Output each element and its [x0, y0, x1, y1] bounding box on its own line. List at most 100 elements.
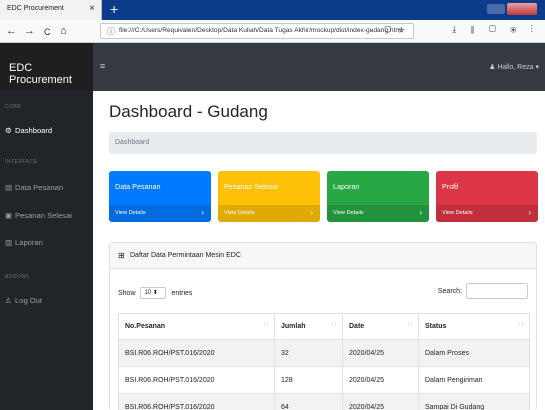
card-title: Laporan — [333, 182, 360, 191]
new-tab-button[interactable]: + — [110, 1, 118, 17]
sidebar-item-data-pesanan[interactable]: ▤ Data Pesanan — [5, 183, 63, 192]
brand-link[interactable]: EDC Procurement — [9, 62, 93, 86]
caret-down-icon: ▾ — [533, 64, 539, 71]
home-icon[interactable]: ⌂ — [60, 24, 67, 38]
dashboard-icon: ⚙ — [5, 126, 12, 135]
entries-label: entries — [171, 289, 193, 297]
sidebar-item-label: Dashboard — [15, 126, 53, 135]
sidebar-item-pesanan-selesai[interactable]: ▣ Pesanan Selesai — [5, 211, 72, 220]
card-view-details-link[interactable]: View Details › — [109, 205, 211, 222]
entries-length-control: Show 10 ⬍ entries — [118, 287, 192, 299]
entries-select-value: 10 — [144, 290, 152, 296]
orders-table-panel: ⊞ Daftar Data Permintaan Mesin EDC Show … — [109, 242, 537, 410]
check-square-icon: ▣ — [5, 211, 13, 220]
main-content: Dashboard - Gudang Dashboard Data Pesana… — [93, 91, 545, 410]
browser-toolbar-icons[interactable]: ⤓ ⫴ ▢ ⦿ ⋮ — [452, 24, 539, 35]
cell-jumlah: 32 — [274, 339, 343, 367]
card-title: Profil — [442, 182, 459, 191]
card-view-details-link[interactable]: View Details › — [218, 205, 320, 222]
cell-status: Dalam Pengiriman — [418, 366, 530, 394]
table-icon: ▤ — [5, 183, 13, 192]
sidebar-heading-addons: ADDONS — [5, 274, 30, 280]
user-greeting: Hallo, Reza — [497, 64, 534, 71]
card-title: Data Pesanan — [115, 182, 161, 191]
cell-date: 2020/04/25 — [342, 393, 419, 410]
breadcrumb: Dashboard — [109, 132, 537, 154]
card-data-pesanan: Data Pesanan View Details › — [109, 171, 211, 222]
cell-jumlah: 128 — [274, 366, 343, 394]
book-icon: ▥ — [5, 238, 13, 247]
card-view-details-link[interactable]: View Details › — [327, 205, 429, 222]
sort-icon: ↑↓ — [263, 322, 269, 328]
cell-no-pesanan: BSI.R06.ROH/PST.016/2020 — [118, 366, 275, 394]
panel-title: Daftar Data Permintaan Mesin EDC — [130, 252, 241, 259]
cell-date: 2020/04/25 — [342, 339, 419, 367]
cell-status: Dalam Proses — [418, 339, 530, 367]
cell-no-pesanan: BSI.R06.ROH/PST.016/2020 — [118, 393, 275, 410]
show-label: Show — [118, 289, 136, 297]
reload-icon[interactable]: C — [44, 25, 51, 39]
cell-no-pesanan: BSI.R06.ROH/PST.016/2020 — [118, 339, 275, 367]
chevron-right-icon: › — [310, 208, 313, 217]
user-menu[interactable]: ♟ Hallo, Reza ▾ — [489, 63, 539, 71]
sidebar-item-label: Laporan — [15, 238, 43, 247]
brand-area: EDC Procurement — [0, 43, 93, 91]
sort-icon: ↑↓ — [407, 322, 413, 328]
close-icon[interactable]: × — [89, 3, 95, 15]
orders-table: No.Pesanan ↑↓ Jumlah ↑↓ Date ↑↓ Status ↑↓ BS… — [118, 313, 530, 410]
card-profil: Profil View Details › — [436, 171, 538, 222]
app-navbar: EDC Procurement ≡ ♟ Hallo, Reza ▾ — [0, 43, 545, 91]
sidebar-heading-core: CORE — [5, 104, 22, 110]
column-header-status[interactable]: Status ↑↓ — [418, 313, 530, 340]
browser-tab-bar: EDC Procurement × + — [0, 0, 545, 20]
card-link-label: View Details — [333, 210, 364, 216]
table-row: BSI.R06.ROH/PST.016/2020 32 2020/04/25 D… — [118, 339, 530, 367]
sidebar-item-dashboard[interactable]: ⚙ Dashboard — [5, 126, 52, 135]
sidebar: CORE ⚙ Dashboard INTERFACE ▤ Data Pesanan … — [0, 91, 93, 410]
browser-tab[interactable]: EDC Procurement × — [0, 0, 102, 20]
entries-select[interactable]: 10 ⬍ — [140, 287, 167, 299]
sidebar-item-label: Data Pesanan — [15, 183, 64, 192]
card-title: Pesanan Selesai — [224, 182, 278, 191]
sort-icon: ↑↓ — [518, 322, 524, 328]
table-header-row: No.Pesanan ↑↓ Jumlah ↑↓ Date ↑↓ Status ↑↓ — [118, 313, 530, 340]
chevron-right-icon: › — [528, 208, 531, 217]
cell-jumlah: 64 — [274, 393, 343, 410]
back-icon[interactable]: ← — [6, 24, 17, 38]
url-text: file:///C:/Users/Requivalen/Desktop/Data… — [119, 27, 403, 34]
search-label: Search: — [437, 288, 462, 295]
card-laporan: Laporan View Details › — [327, 171, 429, 222]
sidebar-item-label: Pesanan Selesai — [15, 211, 72, 220]
cell-date: 2020/04/25 — [342, 366, 419, 394]
search-input[interactable] — [466, 283, 528, 299]
forward-icon[interactable]: → — [24, 24, 35, 38]
table-icon: ⊞ — [118, 251, 125, 260]
chevron-right-icon: › — [419, 208, 422, 217]
sidebar-toggle-icon[interactable]: ≡ — [100, 61, 105, 71]
cell-status: Sampai Di Gudang — [418, 393, 530, 410]
sidebar-item-laporan[interactable]: ▥ Laporan — [5, 238, 43, 247]
card-link-label: View Details — [115, 210, 146, 216]
card-link-label: View Details — [224, 210, 255, 216]
sidebar-heading-interface: INTERFACE — [5, 159, 38, 165]
card-view-details-link[interactable]: View Details › — [436, 205, 538, 222]
address-bar[interactable]: ⓘ file:///C:/Users/Requivalen/Desktop/Da… — [100, 23, 414, 39]
browser-navigation-bar: ← → C ⌂ ⓘ file:///C:/Users/Requivalen/De… — [0, 20, 545, 43]
chevron-right-icon: › — [201, 208, 204, 217]
table-row: BSI.R06.ROH/PST.016/2020 128 2020/04/25 … — [118, 366, 530, 394]
card-link-label: View Details — [442, 210, 473, 216]
card-pesanan-selesai: Pesanan Selesai View Details › — [218, 171, 320, 222]
panel-header: ⊞ Daftar Data Permintaan Mesin EDC — [110, 243, 536, 269]
sidebar-item-label: Log Out — [15, 296, 43, 305]
user-icon: ♙ — [5, 296, 12, 305]
info-icon[interactable]: ⓘ — [107, 26, 115, 37]
table-row: BSI.R06.ROH/PST.016/2020 64 2020/04/25 S… — [118, 393, 530, 410]
page-actions-icons[interactable]: ··· ⛉ ☆ — [365, 25, 407, 36]
column-header-date[interactable]: Date ↑↓ — [342, 313, 419, 340]
column-header-no-pesanan[interactable]: No.Pesanan ↑↓ — [118, 313, 275, 340]
window-maximize-button[interactable] — [487, 4, 505, 14]
sidebar-item-logout[interactable]: ♙ Log Out — [5, 296, 42, 305]
column-header-jumlah[interactable]: Jumlah ↑↓ — [274, 313, 343, 340]
select-arrows-icon: ⬍ — [152, 290, 158, 296]
window-close-button[interactable] — [507, 3, 537, 15]
